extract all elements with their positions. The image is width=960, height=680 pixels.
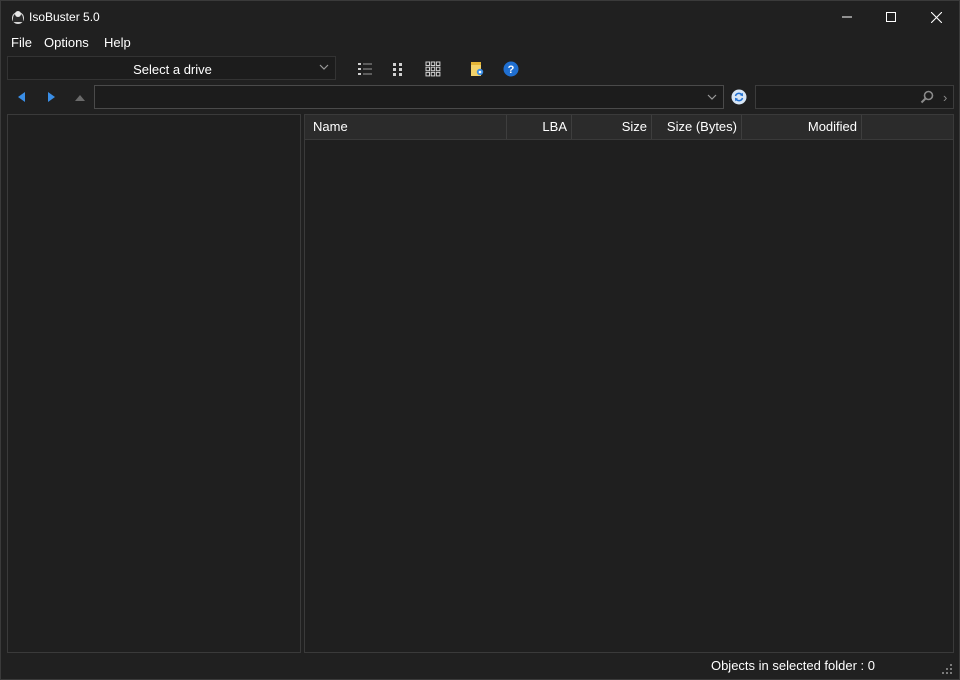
column-header-lba[interactable]: LBA: [507, 115, 572, 139]
status-text: Objects in selected folder : 0: [710, 658, 875, 673]
list-view-icon[interactable]: [390, 61, 406, 77]
chevron-down-icon: [319, 64, 329, 70]
forward-arrow-icon[interactable]: [44, 90, 58, 104]
menu-help[interactable]: Help: [104, 35, 131, 50]
details-view-icon[interactable]: [357, 61, 373, 77]
file-list-header: Name LBA Size Size (Bytes) Modified: [305, 115, 953, 140]
menu-options[interactable]: Options: [44, 35, 89, 50]
search-field[interactable]: ›: [755, 85, 954, 109]
column-header-modified[interactable]: Modified: [742, 115, 862, 139]
column-header-size-bytes[interactable]: Size (Bytes): [652, 115, 742, 139]
folder-tree-pane[interactable]: [7, 114, 301, 653]
menu-bar: File Options Help: [1, 33, 959, 53]
minimize-button[interactable]: [824, 1, 870, 33]
minimize-icon: [842, 16, 852, 18]
refresh-icon[interactable]: [731, 89, 747, 105]
title-bar[interactable]: IsoBuster 5.0: [1, 1, 959, 33]
resize-grip-icon[interactable]: [941, 663, 953, 675]
svg-text:?: ?: [508, 64, 515, 76]
help-icon[interactable]: ?: [503, 61, 519, 77]
search-icon[interactable]: [920, 90, 934, 104]
app-window: IsoBuster 5.0 File Options Help Select a…: [0, 0, 960, 680]
maximize-icon: [886, 12, 896, 22]
maximize-button[interactable]: [868, 1, 914, 33]
close-icon: [930, 11, 942, 23]
notes-icon[interactable]: [469, 61, 485, 77]
column-header-name[interactable]: Name: [305, 115, 507, 139]
chevron-down-icon: [707, 94, 717, 100]
column-header-size[interactable]: Size: [572, 115, 652, 139]
window-title: IsoBuster 5.0: [29, 10, 100, 24]
address-bar[interactable]: [94, 85, 724, 109]
up-arrow-icon[interactable]: [73, 90, 87, 104]
icon-view-icon[interactable]: [425, 61, 441, 77]
file-list-pane[interactable]: Name LBA Size Size (Bytes) Modified: [304, 114, 954, 653]
isobuster-app-icon: [12, 11, 24, 24]
close-button[interactable]: [913, 1, 959, 33]
search-next-icon[interactable]: ›: [943, 90, 947, 105]
back-arrow-icon[interactable]: [15, 90, 29, 104]
menu-file[interactable]: File: [11, 35, 32, 50]
drive-select[interactable]: Select a drive: [7, 56, 336, 80]
drive-select-value: Select a drive: [133, 62, 212, 77]
